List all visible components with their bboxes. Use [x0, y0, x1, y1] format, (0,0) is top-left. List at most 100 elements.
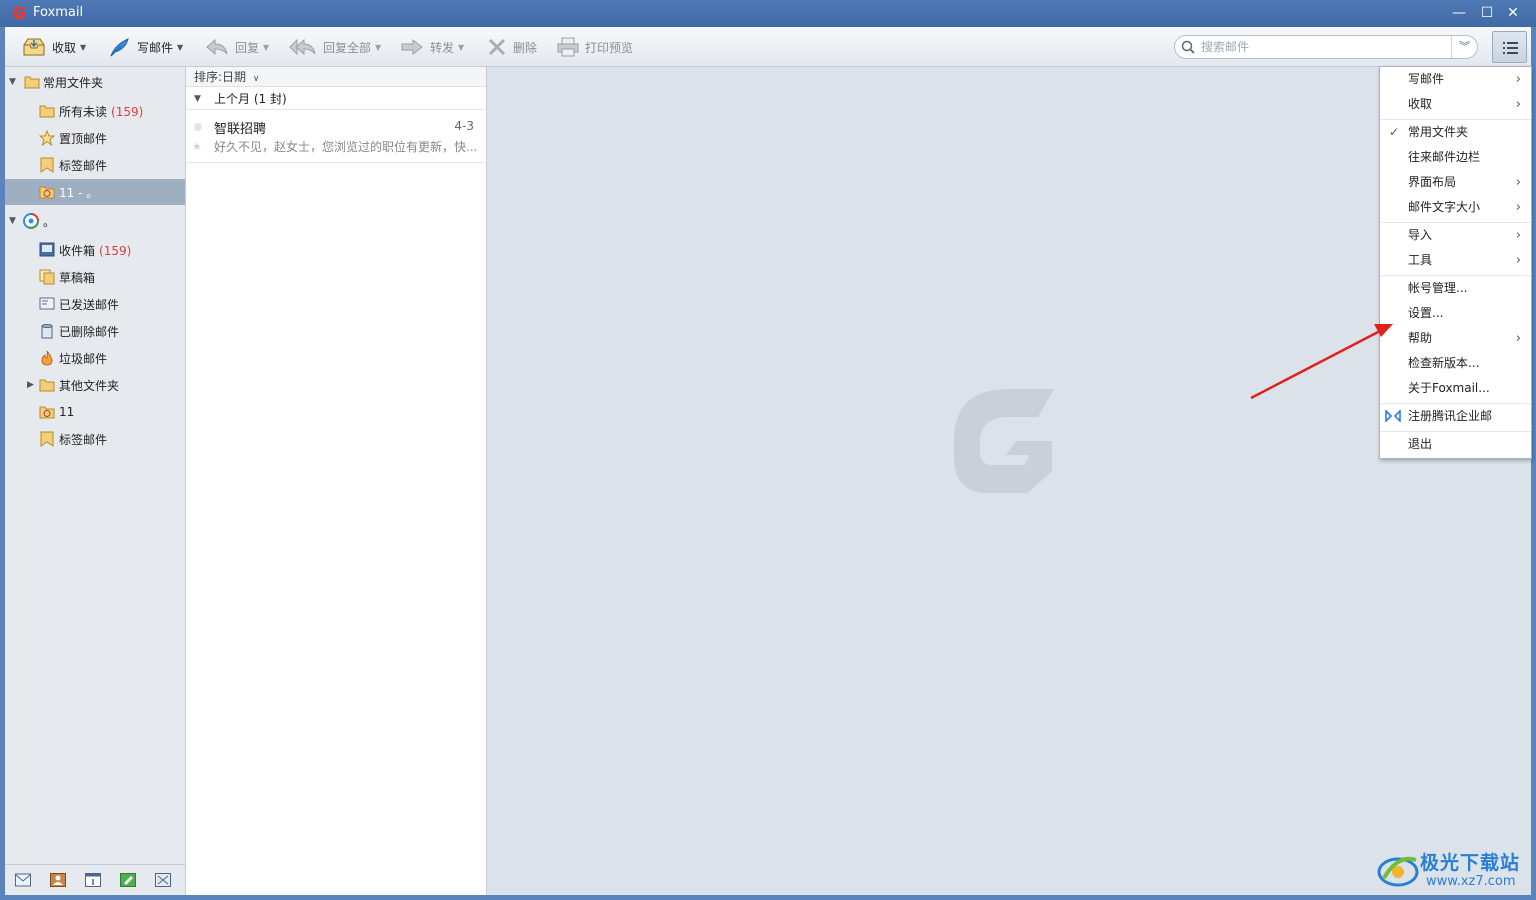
- dropdown-arrow-icon[interactable]: ▼: [375, 43, 381, 52]
- foxmail-watermark-logo-icon: [954, 389, 1054, 493]
- sort-selector[interactable]: 排序:日期 ∨: [186, 67, 486, 87]
- menu-item-layout[interactable]: 界面布局 ›: [1380, 170, 1531, 195]
- folder-icon: [39, 105, 55, 118]
- sort-label: 排序:日期: [194, 70, 247, 84]
- menu-item-label: 帮助: [1408, 331, 1433, 345]
- folder-deleted[interactable]: 已删除邮件: [5, 318, 185, 344]
- menu-item-contacts-sidebar[interactable]: 往来邮件边栏: [1380, 145, 1531, 170]
- submenu-arrow-icon: ›: [1515, 72, 1521, 87]
- delete-button[interactable]: 删除: [487, 34, 537, 60]
- mail-list-item[interactable]: ★ 智联招聘 4-3 好久不见，赵女士，您浏览过的职位有更新，快...: [186, 111, 486, 163]
- feeds-module-icon[interactable]: [155, 873, 171, 887]
- folder-tagged[interactable]: 标签邮件: [5, 152, 185, 178]
- menu-item-label: 关于Foxmail...: [1408, 381, 1490, 395]
- read-status-dot-icon[interactable]: [194, 123, 202, 131]
- main-menu-button[interactable]: [1492, 31, 1527, 63]
- menu-item-label: 往来邮件边栏: [1408, 150, 1481, 164]
- folder-icon: [39, 379, 55, 392]
- star-flag-icon[interactable]: ★: [192, 140, 202, 153]
- submenu-arrow-icon: ›: [1515, 175, 1521, 190]
- folder-sidebar: ▼ 常用文件夹 所有未读 (159) 置顶邮件 标签邮件 11 - 。 ▼ 。 收…: [5, 67, 186, 895]
- folder-pinned[interactable]: 置顶邮件: [5, 125, 185, 151]
- menu-item-receive[interactable]: 收取 ›: [1380, 92, 1531, 117]
- reply-arrow-icon: [206, 38, 228, 56]
- inbox-icon: [39, 242, 55, 257]
- window-border: [0, 895, 1536, 900]
- menu-item-label: 帐号管理...: [1408, 281, 1468, 295]
- menu-item-compose[interactable]: 写邮件 ›: [1380, 67, 1531, 92]
- collapsed-arrow-icon[interactable]: ▶: [27, 380, 34, 390]
- compose-label: 写邮件: [137, 40, 174, 55]
- menu-item-account-management[interactable]: 帐号管理...: [1380, 276, 1531, 301]
- minimize-button[interactable]: —: [1450, 5, 1468, 21]
- folder-11-selected[interactable]: 11 - 。: [5, 179, 185, 205]
- folder-icon: [24, 76, 40, 89]
- sent-mail-icon: [39, 297, 55, 310]
- folder-label: 标签邮件: [59, 432, 108, 447]
- maximize-button[interactable]: ☐: [1478, 5, 1496, 21]
- notes-module-icon[interactable]: [120, 873, 136, 887]
- forward-button[interactable]: 转发 ▼: [400, 34, 464, 60]
- expand-arrow-icon[interactable]: ▼: [194, 88, 201, 110]
- menu-item-check-update[interactable]: 检查新版本...: [1380, 351, 1531, 376]
- receive-button[interactable]: 收取 ▼: [22, 34, 86, 60]
- menu-item-register-exmail[interactable]: 注册腾讯企业邮: [1380, 404, 1531, 429]
- menu-item-label: 收取: [1408, 97, 1433, 111]
- main-menu-popup: 写邮件 › 收取 › ✓ 常用文件夹 往来邮件边栏 界面布局 › 邮件文字大小 › 导入 ›…: [1379, 66, 1532, 459]
- tag-icon: [40, 157, 54, 173]
- menu-item-tools[interactable]: 工具 ›: [1380, 248, 1531, 273]
- folder-inbox[interactable]: 收件箱 (159): [5, 237, 185, 263]
- search-input[interactable]: [1201, 39, 1449, 55]
- account-label: 。: [43, 214, 56, 229]
- calendar-module-icon[interactable]: [85, 873, 101, 887]
- menu-item-about[interactable]: 关于Foxmail...: [1380, 376, 1531, 401]
- folder-group-label: 常用文件夹: [43, 75, 104, 90]
- folder-label: 所有未读: [59, 104, 108, 119]
- close-button[interactable]: ✕: [1504, 5, 1522, 21]
- folder-sent[interactable]: 已发送邮件: [5, 291, 185, 317]
- folder-tagged-account[interactable]: 标签邮件: [5, 426, 185, 452]
- sidebar-module-bar: [5, 864, 185, 895]
- reply-all-arrow-icon: [289, 38, 316, 56]
- menu-item-help[interactable]: 帮助 ›: [1380, 326, 1531, 351]
- expand-arrow-icon[interactable]: ▼: [9, 216, 16, 226]
- folder-drafts[interactable]: 草稿箱: [5, 264, 185, 290]
- mail-list-pane: 排序:日期 ∨ ▼ 上个月 (1 封) ★ 智联招聘 4-3 好久不见，赵女士，…: [186, 67, 487, 895]
- search-options-chevron-icon[interactable]: ︾: [1451, 36, 1477, 58]
- folder-other[interactable]: ▶ 其他文件夹: [5, 372, 185, 398]
- star-icon: [39, 130, 55, 146]
- drafts-icon: [39, 269, 55, 285]
- menu-item-label: 导入: [1408, 228, 1433, 242]
- sync-folder-icon: [39, 186, 55, 199]
- folder-11[interactable]: 11: [5, 399, 185, 425]
- menu-item-favorites[interactable]: ✓ 常用文件夹: [1380, 120, 1531, 145]
- dropdown-arrow-icon[interactable]: ▼: [177, 43, 183, 52]
- expand-arrow-icon[interactable]: ▼: [9, 77, 16, 87]
- dropdown-arrow-icon[interactable]: ▼: [458, 43, 464, 52]
- menu-item-import[interactable]: 导入 ›: [1380, 223, 1531, 248]
- dropdown-arrow-icon[interactable]: ▼: [80, 43, 86, 52]
- folder-group-favorites[interactable]: ▼ 常用文件夹: [5, 69, 185, 95]
- dropdown-arrow-icon[interactable]: ▼: [263, 43, 269, 52]
- folder-all-unread[interactable]: 所有未读 (159): [5, 98, 185, 124]
- checkmark-icon: ✓: [1389, 125, 1400, 139]
- menu-item-font-size[interactable]: 邮件文字大小 ›: [1380, 195, 1531, 220]
- reply-all-button[interactable]: 回复全部 ▼: [289, 34, 381, 60]
- contacts-module-icon[interactable]: [50, 873, 66, 887]
- folder-label: 已删除邮件: [59, 324, 120, 339]
- menu-item-settings[interactable]: 设置...: [1380, 301, 1531, 326]
- delete-label: 删除: [513, 40, 538, 55]
- feather-pen-icon: [110, 38, 129, 57]
- mail-module-icon[interactable]: [15, 873, 31, 887]
- folder-junk[interactable]: 垃圾邮件: [5, 345, 185, 371]
- compose-button[interactable]: 写邮件 ▼: [109, 34, 183, 60]
- submenu-arrow-icon: ›: [1515, 331, 1521, 346]
- print-preview-button[interactable]: 打印预览: [557, 34, 633, 60]
- sync-folder-icon: [39, 406, 55, 419]
- unread-count: (159): [111, 104, 144, 119]
- mail-group-header[interactable]: ▼ 上个月 (1 封): [186, 88, 486, 110]
- account-node[interactable]: ▼ 。: [5, 208, 185, 234]
- reply-button[interactable]: 回复 ▼: [205, 34, 269, 60]
- menu-item-exit[interactable]: 退出: [1380, 432, 1531, 457]
- foxmail-logo-icon: [14, 7, 25, 19]
